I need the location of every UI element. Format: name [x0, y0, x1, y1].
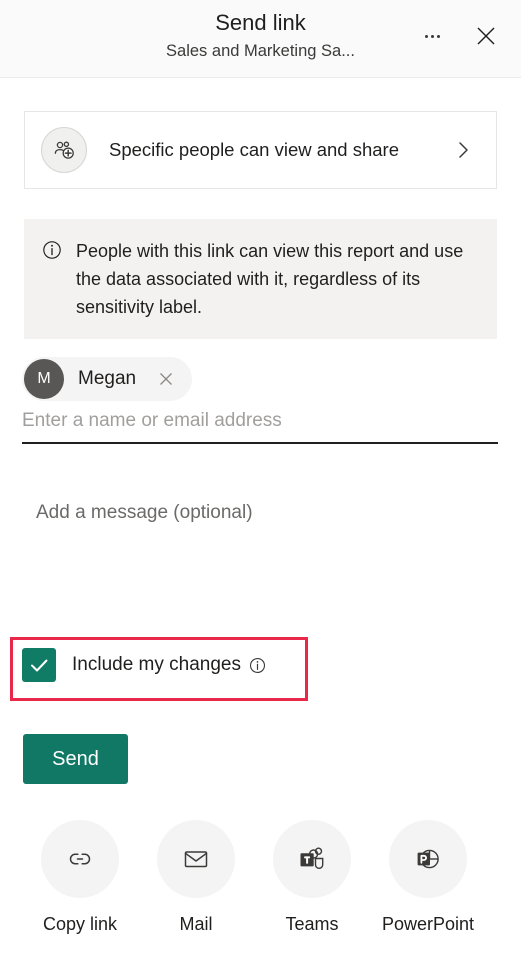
share-targets: Copy link Mail Teams PowerPoint	[22, 820, 500, 935]
avatar: M	[24, 359, 64, 399]
info-circle-icon	[249, 657, 266, 673]
more-options-button[interactable]	[416, 20, 448, 52]
link-permission-label: Specific people can view and share	[109, 139, 400, 160]
share-target-label: Teams	[285, 914, 339, 934]
mail-icon	[184, 851, 208, 868]
mail-icon-circle	[157, 820, 235, 898]
link-icon	[69, 853, 91, 865]
recipient-list: M Megan	[22, 357, 498, 401]
more-horizontal-icon	[424, 34, 440, 38]
link-permission-row[interactable]: Specific people can view and share	[24, 111, 497, 189]
close-icon	[160, 373, 173, 385]
recipient-pill[interactable]: M Megan	[22, 357, 193, 401]
recipient-input[interactable]	[22, 410, 498, 432]
share-target-powerpoint[interactable]: PowerPoint	[370, 820, 486, 935]
info-circle-icon	[42, 240, 62, 265]
powerpoint-icon	[417, 849, 439, 869]
include-changes-label: Include my changes	[72, 654, 241, 675]
recipient-name: Megan	[78, 368, 137, 389]
remove-recipient-button[interactable]	[152, 365, 180, 393]
send-button[interactable]: Send	[23, 734, 128, 784]
include-changes-checkbox[interactable]	[22, 648, 56, 682]
sensitivity-info-banner: People with this link can view this repo…	[24, 219, 497, 339]
close-button[interactable]	[470, 20, 502, 52]
people-add-icon	[41, 127, 87, 173]
share-target-label: Copy link	[42, 914, 118, 934]
message-input[interactable]	[22, 485, 498, 595]
copy-link-icon-circle	[41, 820, 119, 898]
sensitivity-info-text: People with this link can view this repo…	[76, 241, 464, 317]
close-icon	[477, 27, 495, 45]
share-target-label: Mail	[179, 914, 213, 934]
checkmark-icon	[31, 659, 48, 672]
share-target-label: PowerPoint	[381, 914, 475, 934]
powerpoint-icon-circle	[389, 820, 467, 898]
teams-icon	[300, 847, 324, 869]
dialog-header: Send link Sales and Marketing Sa...	[0, 0, 521, 78]
teams-icon-circle	[273, 820, 351, 898]
message-wrapper	[22, 485, 498, 595]
chevron-right-icon	[456, 139, 472, 161]
share-target-copy-link[interactable]: Copy link	[22, 820, 138, 935]
include-changes-info-button[interactable]	[249, 657, 266, 674]
share-target-mail[interactable]: Mail	[138, 820, 254, 935]
share-target-teams[interactable]: Teams	[254, 820, 370, 935]
recipient-input-wrapper	[22, 410, 498, 444]
include-changes-row[interactable]: Include my changes	[22, 648, 266, 682]
